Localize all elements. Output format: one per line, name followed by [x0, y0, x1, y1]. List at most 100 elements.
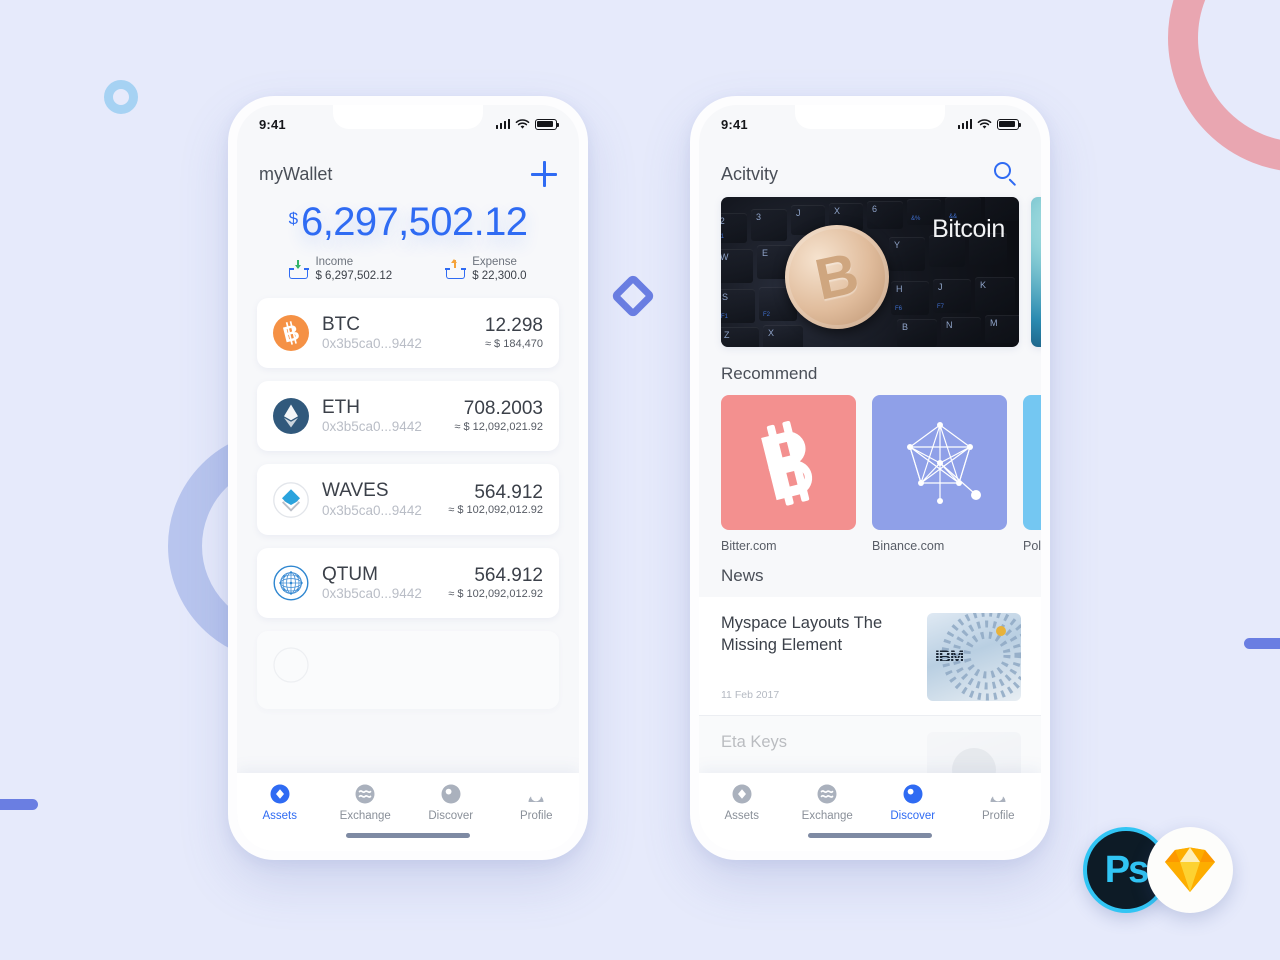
tab-label: Exchange [801, 810, 853, 822]
income-expense-row: Income $ 6,297,502.12 Expense $ 22,300.0 [237, 255, 579, 288]
asset-usd: ≈ $ 102,092,012.92 [448, 504, 543, 517]
status-icons [495, 118, 560, 130]
tab-discover[interactable]: Discover [870, 783, 956, 822]
ring-skyblue-decoration [104, 80, 138, 114]
phone-discover: 9:41 Acitvity '2F1 3 [690, 96, 1050, 860]
tab-label: Exchange [339, 810, 391, 822]
search-icon[interactable] [993, 161, 1019, 187]
notch [333, 105, 483, 129]
wallet-header: myWallet [237, 143, 579, 197]
sketch-diamond-icon [1165, 847, 1215, 892]
balance-amount: 6,297,502.12 [301, 200, 528, 244]
phone-wallet: 9:41 myWallet $ 6,297,502.12 Income $ 6,… [228, 96, 588, 860]
tab-label: Assets [262, 810, 297, 822]
tab-discover[interactable]: Discover [408, 783, 494, 822]
expense-label: Expense [472, 256, 517, 268]
expense-value: $ 22,300.0 [472, 270, 527, 283]
asset-quantity: 564.912 [474, 481, 543, 503]
tab-label: Discover [428, 810, 474, 822]
discover-icon [902, 783, 924, 805]
hero-caption: Bitcoin [932, 215, 1005, 243]
assets-icon [731, 783, 753, 805]
asset-address: 0x3b5ca0...9442 [322, 502, 422, 518]
news-title: Eta Keys [721, 733, 788, 751]
page-title: Acitvity [721, 163, 779, 184]
news-thumbnail: IBM [927, 613, 1021, 701]
discover-header: Acitvity [699, 143, 1041, 197]
table-row[interactable]: ETH 0x3b5ca0...9442 708.2003 ≈ $ 12,092,… [257, 381, 559, 452]
income-item: Income $ 6,297,502.12 [288, 255, 392, 284]
add-wallet-button[interactable] [531, 161, 557, 187]
tab-label: Profile [519, 810, 553, 822]
tab-profile[interactable]: Profile [956, 783, 1042, 822]
asset-usd: ≈ $ 102,092,012.92 [448, 587, 543, 600]
asset-symbol: BTC [322, 313, 360, 335]
status-icons [957, 118, 1022, 130]
ibm-logo-icon: IBM [935, 647, 964, 666]
balance-row: $ 6,297,502.12 [237, 201, 579, 243]
balance-section: $ 6,297,502.12 Income $ 6,297,502.12 Exp… [237, 197, 579, 294]
eth-icon [273, 398, 309, 435]
tab-assets[interactable]: Assets [237, 783, 323, 822]
tab-assets[interactable]: Assets [699, 783, 785, 822]
recommend-item-poloniex[interactable]: Poloni [1023, 395, 1041, 553]
signal-icon [495, 119, 510, 129]
income-label: Income [315, 256, 354, 268]
recommend-item-binance[interactable]: Binance.com [872, 395, 1007, 553]
news-date: 11 Feb 2017 [721, 688, 780, 701]
discover-icon [440, 783, 462, 805]
asset-usd: ≈ $ 184,470 [484, 337, 543, 350]
list-item[interactable]: Myspace Layouts The Missing Element 11 F… [699, 597, 1041, 716]
hero-card-teal[interactable] [1031, 197, 1041, 347]
tab-exchange[interactable]: Exchange [323, 783, 409, 822]
sketch-badge [1147, 827, 1233, 913]
expense-item: Expense $ 22,300.0 [445, 255, 527, 284]
home-indicator[interactable] [808, 833, 932, 838]
tab-profile[interactable]: Profile [494, 783, 580, 822]
battery-icon [535, 118, 560, 130]
qtum-icon [273, 565, 309, 601]
recommend-heading: Recommend [721, 364, 818, 383]
profile-icon [525, 783, 547, 805]
waves-icon [273, 481, 309, 518]
asset-quantity: 708.2003 [463, 398, 543, 420]
news-heading: News [721, 566, 764, 585]
wifi-icon [977, 118, 992, 129]
assets-icon [269, 783, 291, 805]
battery-icon [997, 118, 1022, 130]
wallet-screen: 9:41 myWallet $ 6,297,502.12 Income $ 6,… [237, 105, 579, 851]
network-logo-icon [872, 395, 1007, 530]
home-indicator[interactable] [346, 833, 470, 838]
tab-bar: Assets Exchange Discover Profile [237, 773, 579, 851]
recommend-label: Bitter.com [721, 539, 777, 553]
abstract-photo [1031, 197, 1041, 347]
tab-label: Profile [981, 810, 1015, 822]
hero-carousel[interactable]: '2F1 3 J X 6 &% && W E Y SF1 F2 HF6 J [699, 197, 1041, 347]
recommend-item-bitter[interactable]: Bitter.com [721, 395, 856, 553]
asset-address: 0x3b5ca0...9442 [322, 419, 422, 435]
asset-quantity: 564.912 [474, 564, 543, 586]
table-row[interactable]: WAVES 0x3b5ca0...9442 564.912 ≈ $ 102,09… [257, 464, 559, 535]
keyboard-photo: '2F1 3 J X 6 &% && W E Y SF1 F2 HF6 J [721, 197, 1019, 347]
table-row[interactable]: QTUM 0x3b5ca0...9442 564.912 ≈ $ 102,092… [257, 547, 559, 619]
photoshop-label: Ps [1104, 848, 1150, 891]
exchange-icon [816, 783, 838, 805]
asset-symbol: WAVES [322, 480, 389, 502]
asset-symbol: QTUM [322, 563, 378, 585]
profile-icon [987, 783, 1009, 805]
income-arrow-icon [288, 259, 310, 279]
asset-symbol: ETH [322, 397, 360, 419]
status-time: 9:41 [721, 116, 748, 132]
diamond-decoration [610, 273, 656, 319]
tab-bar: Assets Exchange Discover Profile [699, 773, 1041, 851]
exchange-icon [354, 783, 376, 805]
pill-right-decoration [1244, 638, 1280, 649]
recommend-carousel[interactable]: Bitter.com Binance.com Pol [699, 395, 1041, 553]
pill-left-decoration [0, 799, 38, 810]
hero-card-bitcoin[interactable]: '2F1 3 J X 6 &% && W E Y SF1 F2 HF6 J [721, 197, 1019, 347]
table-row-partial[interactable] [257, 631, 559, 710]
asset-address: 0x3b5ca0...9442 [322, 336, 422, 352]
discover-screen: 9:41 Acitvity '2F1 3 [699, 105, 1041, 851]
table-row[interactable]: B BTC 0x3b5ca0...9442 12.298 ≈ $ 184,470 [257, 297, 559, 369]
tab-exchange[interactable]: Exchange [785, 783, 871, 822]
